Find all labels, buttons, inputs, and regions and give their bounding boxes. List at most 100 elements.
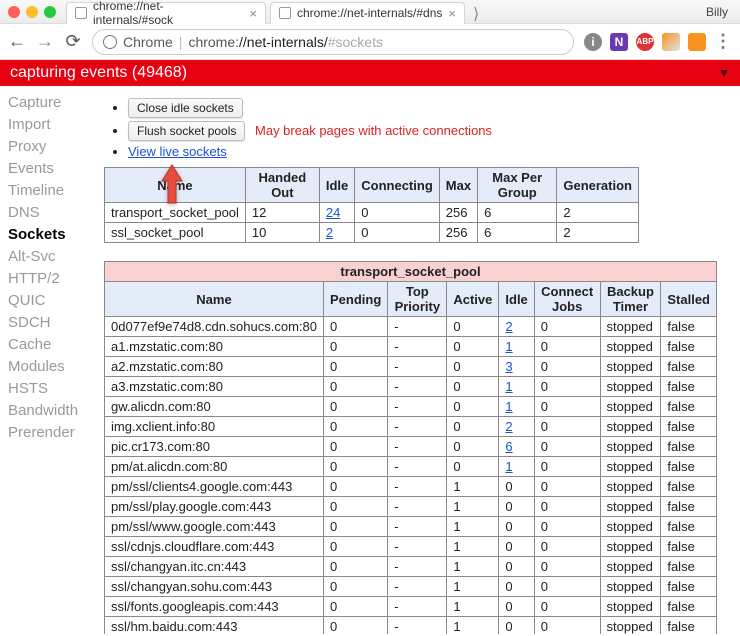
close-tab-icon[interactable]: × (448, 6, 456, 21)
sidebar-item-cache[interactable]: Cache (8, 334, 98, 356)
sidebar-item-prerender[interactable]: Prerender (8, 422, 98, 444)
flush-socket-pools-button[interactable]: Flush socket pools (128, 121, 245, 141)
transport-socket-pool-table: transport_socket_poolNamePendingTop Prio… (104, 261, 717, 634)
extension-abp-icon[interactable]: ABP (636, 33, 654, 51)
idle-count-link[interactable]: 2 (505, 319, 512, 334)
table-row: pm/ssl/clients4.google.com:4430-100stopp… (105, 477, 717, 497)
url-scheme: chrome: (188, 34, 239, 50)
minimize-window-icon[interactable] (26, 6, 38, 18)
idle-count-link[interactable]: 1 (505, 459, 512, 474)
table-row: pm/ssl/www.google.com:4430-100stoppedfal… (105, 517, 717, 537)
close-window-icon[interactable] (8, 6, 20, 18)
tab-title: chrome://net-internals/#dns (297, 6, 442, 20)
info-icon[interactable]: i (584, 33, 602, 51)
back-button[interactable]: ← (8, 31, 26, 52)
close-tab-icon[interactable]: × (249, 6, 257, 21)
close-idle-sockets-button[interactable]: Close idle sockets (128, 98, 243, 118)
table-row: transport_socket_pool1224025662 (105, 203, 639, 223)
socket-pool-summary-table: NameHanded OutIdleConnectingMaxMax Per G… (104, 167, 639, 243)
window-titlebar: chrome://net-internals/#sock × chrome://… (0, 0, 740, 24)
profile-name[interactable]: Billy (706, 5, 732, 19)
flush-warning-text: May break pages with active connections (255, 123, 492, 138)
window-controls (8, 6, 56, 18)
idle-count-link[interactable]: 2 (505, 419, 512, 434)
table-row: ssl/changyan.itc.cn:4430-100stoppedfalse (105, 557, 717, 577)
detail-header: Top Priority (388, 282, 447, 317)
browser-toolbar: ← → ⟳ Chrome | chrome://net-internals/#s… (0, 24, 740, 60)
table-row: pm/at.alicdn.com:800-010stoppedfalse (105, 457, 717, 477)
browser-tab-1[interactable]: chrome://net-internals/#dns × (270, 2, 465, 24)
sidebar-item-events[interactable]: Events (8, 158, 98, 180)
table-row: ssl/cdnjs.cloudflare.com:4430-100stopped… (105, 537, 717, 557)
url-path: //net-internals/ (239, 34, 328, 50)
table-row: ssl_socket_pool102025662 (105, 223, 639, 243)
detail-header: Stalled (661, 282, 717, 317)
view-live-sockets-link[interactable]: View live sockets (128, 144, 227, 159)
detail-header: Backup Timer (600, 282, 661, 317)
extension-analytics-icon[interactable] (662, 33, 680, 51)
sidebar-item-hsts[interactable]: HSTS (8, 378, 98, 400)
summary-header: Handed Out (245, 168, 319, 203)
summary-header: Generation (557, 168, 639, 203)
table-row: a3.mzstatic.com:800-010stoppedfalse (105, 377, 717, 397)
detail-header: Name (105, 282, 324, 317)
url-origin-label: Chrome (123, 34, 173, 50)
tab-title: chrome://net-internals/#sock (93, 0, 243, 27)
extension-onenote-icon[interactable]: N (610, 33, 628, 51)
browser-tabstrip: chrome://net-internals/#sock × chrome://… (66, 0, 706, 24)
sidebar-item-timeline[interactable]: Timeline (8, 180, 98, 202)
sidebar-item-import[interactable]: Import (8, 114, 98, 136)
browser-tab-0[interactable]: chrome://net-internals/#sock × (66, 2, 266, 24)
sidebar-item-altsvc[interactable]: Alt-Svc (8, 246, 98, 268)
zoom-window-icon[interactable] (44, 6, 56, 18)
sidebar-item-dns[interactable]: DNS (8, 202, 98, 224)
chrome-menu-icon[interactable]: ⋮ (714, 33, 732, 51)
detail-header: Idle (499, 282, 534, 317)
summary-header: Max Per Group (478, 168, 557, 203)
sidebar-item-modules[interactable]: Modules (8, 356, 98, 378)
summary-header: Idle (319, 168, 354, 203)
status-text: capturing events (49468) (10, 64, 187, 82)
sidebar-item-proxy[interactable]: Proxy (8, 136, 98, 158)
extension-orange-icon[interactable] (688, 33, 706, 51)
sidebar-item-http2[interactable]: HTTP/2 (8, 268, 98, 290)
table-row: 0d077ef9e74d8.cdn.sohucs.com:800-020stop… (105, 317, 717, 337)
sidebar-item-sdch[interactable]: SDCH (8, 312, 98, 334)
forward-button[interactable]: → (36, 31, 54, 52)
idle-count-link[interactable]: 6 (505, 439, 512, 454)
detail-header: Active (447, 282, 499, 317)
idle-count-link[interactable]: 1 (505, 339, 512, 354)
sidebar-item-bandwidth[interactable]: Bandwidth (8, 400, 98, 422)
table-row: pm/ssl/play.google.com:4430-100stoppedfa… (105, 497, 717, 517)
table-row: ssl/hm.baidu.com:4430-100stoppedfalse (105, 617, 717, 635)
main-content: Close idle sockets Flush socket pools Ma… (98, 86, 740, 634)
sidebar-item-capture[interactable]: Capture (8, 92, 98, 114)
detail-header: Connect Jobs (534, 282, 600, 317)
extension-icons: i N ABP ⋮ (584, 33, 732, 51)
table-row: ssl/fonts.googleapis.com:4430-100stopped… (105, 597, 717, 617)
idle-count-link[interactable]: 1 (505, 379, 512, 394)
summary-header: Name (105, 168, 246, 203)
table-row: img.xclient.info:800-020stoppedfalse (105, 417, 717, 437)
page-icon (75, 7, 87, 19)
netlog-status-bar[interactable]: capturing events (49468) ▼ (0, 60, 740, 86)
table-row: gw.alicdn.com:800-010stoppedfalse (105, 397, 717, 417)
site-info-icon[interactable] (103, 35, 117, 49)
reload-button[interactable]: ⟳ (64, 31, 82, 52)
detail-header: Pending (324, 282, 388, 317)
page-icon (279, 7, 291, 19)
new-tab-button[interactable]: ⟩ (469, 4, 483, 24)
page-body: CaptureImportProxyEventsTimelineDNSSocke… (0, 86, 740, 634)
address-bar[interactable]: Chrome | chrome://net-internals/#sockets (92, 29, 574, 55)
summary-header: Connecting (355, 168, 440, 203)
sidebar-item-sockets[interactable]: Sockets (8, 224, 98, 246)
sidebar-item-quic[interactable]: QUIC (8, 290, 98, 312)
detail-table-title: transport_socket_pool (105, 262, 717, 282)
idle-count-link[interactable]: 1 (505, 399, 512, 414)
dropdown-icon[interactable]: ▼ (718, 66, 730, 80)
idle-count-link[interactable]: 24 (326, 205, 340, 220)
socket-actions-list: Close idle sockets Flush socket pools Ma… (128, 98, 728, 159)
sidebar-nav: CaptureImportProxyEventsTimelineDNSSocke… (0, 86, 98, 634)
idle-count-link[interactable]: 3 (505, 359, 512, 374)
idle-count-link[interactable]: 2 (326, 225, 333, 240)
